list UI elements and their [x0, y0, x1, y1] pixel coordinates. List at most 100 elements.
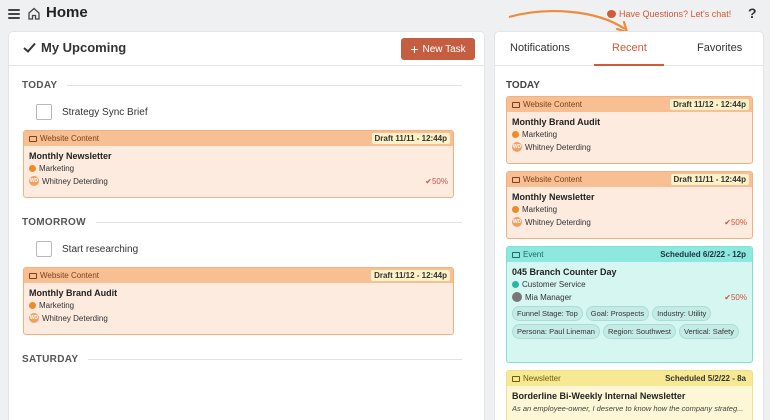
event-card[interactable]: Event Scheduled 6/2/22 - 12p 045 Branch …	[506, 246, 753, 363]
newsletter-card[interactable]: Newsletter Scheduled 5/2/22 - 8a Borderl…	[506, 370, 753, 420]
tab-recent[interactable]: Recent	[612, 42, 647, 54]
category-dot	[512, 281, 519, 288]
monitor-icon	[512, 176, 520, 183]
card-type: Newsletter	[512, 374, 561, 383]
category-dot	[512, 206, 519, 213]
chat-bubble-icon	[607, 9, 616, 18]
task-label[interactable]: Strategy Sync Brief	[62, 107, 148, 118]
card-type: Event	[512, 250, 543, 259]
card-header: Website Content Draft 11/11 - 12:44p	[24, 131, 453, 146]
avatar: WD	[512, 217, 522, 227]
content-card[interactable]: Website Content Draft 11/12 - 12:44p Mon…	[23, 267, 454, 335]
card-type-label: Website Content	[40, 134, 99, 143]
user-name: Whitney Deterding	[42, 176, 108, 186]
category-label: Customer Service	[522, 280, 586, 289]
card-title: Monthly Newsletter	[512, 192, 595, 202]
card-title: Monthly Newsletter	[29, 151, 112, 161]
card-title: Monthly Brand Audit	[512, 117, 601, 127]
card-type: Website Content	[512, 175, 582, 184]
user-name: Mia Manager	[525, 292, 572, 302]
task-checkbox[interactable]	[36, 104, 52, 120]
category-label: Marketing	[522, 130, 558, 139]
new-task-label: New Task	[422, 43, 466, 55]
card-header: Website Content Draft 11/11 - 12:44p	[507, 172, 752, 187]
card-category: Marketing	[512, 130, 747, 139]
category-label: Marketing	[39, 301, 75, 310]
help-icon[interactable]: ?	[748, 5, 757, 21]
task-row: Start researching	[36, 241, 138, 257]
card-status: Draft 11/12 - 12:44p	[670, 99, 749, 110]
tag[interactable]: Industry: Utility	[652, 306, 712, 321]
task-row: Strategy Sync Brief	[36, 104, 148, 120]
card-type-label: Website Content	[523, 175, 582, 184]
card-description: As an employee-owner, I deserve to know …	[512, 404, 744, 413]
monitor-icon	[512, 101, 520, 108]
card-header: Website Content Draft 11/12 - 12:44p	[24, 268, 453, 283]
category-dot	[29, 165, 36, 172]
section-tomorrow-label: TOMORROW	[22, 217, 86, 228]
card-type: Website Content	[29, 271, 99, 280]
progress-label: ✔50%	[724, 292, 747, 302]
card-category: Marketing	[29, 164, 448, 173]
section-tomorrow: TOMORROW	[22, 217, 462, 228]
activity-tabs: Notifications Recent Favorites	[495, 32, 763, 66]
recent-section-today: TODAY	[506, 80, 540, 91]
avatar	[512, 292, 522, 302]
avatar: WD	[29, 313, 39, 323]
tab-favorites[interactable]: Favorites	[697, 42, 742, 54]
category-dot	[512, 131, 519, 138]
tag[interactable]: Vertical: Safety	[678, 324, 739, 339]
monitor-icon	[29, 272, 37, 279]
page-title: Home	[46, 4, 88, 21]
card-user: WD Whitney Deterding ✔50%	[29, 176, 448, 186]
tab-notifications[interactable]: Notifications	[510, 42, 570, 54]
card-user: WD Whitney Deterding	[29, 313, 448, 323]
progress-value: 50%	[730, 217, 747, 227]
card-title: 045 Branch Counter Day	[512, 267, 617, 277]
user-name: Whitney Deterding	[525, 142, 591, 152]
task-label[interactable]: Start researching	[62, 244, 138, 255]
category-label: Marketing	[39, 164, 75, 173]
section-saturday: SATURDAY	[22, 354, 462, 365]
tag[interactable]: Persona: Paul Lineman	[512, 324, 600, 339]
category-dot	[29, 302, 36, 309]
user-name: Whitney Deterding	[525, 217, 591, 227]
tag[interactable]: Goal: Prospects	[585, 306, 650, 321]
task-checkbox[interactable]	[36, 241, 52, 257]
card-type-label: Website Content	[523, 100, 582, 109]
card-header: Website Content Draft 11/12 - 12:44p	[507, 97, 752, 112]
progress-label: ✔50%	[724, 217, 747, 227]
section-today-label: TODAY	[22, 80, 58, 91]
card-user: Mia Manager ✔50%	[512, 292, 747, 302]
help-chat-link[interactable]: Have Questions? Let's chat!	[607, 9, 731, 19]
home-icon	[28, 7, 40, 20]
card-header: Newsletter Scheduled 5/2/22 - 8a	[507, 371, 752, 386]
card-category: Customer Service	[512, 280, 747, 289]
card-status: Draft 11/11 - 12:44p	[371, 133, 450, 144]
upcoming-header: My Upcoming + New Task	[9, 32, 484, 66]
activity-panel: Notifications Recent Favorites TODAY Web…	[495, 32, 763, 420]
user-name: Whitney Deterding	[42, 313, 108, 323]
progress-label: ✔50%	[425, 176, 448, 186]
section-today: TODAY	[22, 80, 462, 91]
card-user: WD Whitney Deterding ✔50%	[512, 217, 747, 227]
tag[interactable]: Region: Southwest	[602, 324, 676, 339]
calendar-icon	[512, 251, 520, 258]
hamburger-icon[interactable]	[8, 9, 20, 19]
card-type-label: Newsletter	[523, 374, 561, 383]
progress-value: 50%	[730, 292, 747, 302]
card-type-label: Website Content	[40, 271, 99, 280]
card-title: Borderline Bi-Weekly Internal Newsletter	[512, 391, 686, 401]
card-category: Marketing	[512, 205, 747, 214]
content-card[interactable]: Website Content Draft 11/11 - 12:44p Mon…	[23, 130, 454, 198]
category-label: Marketing	[522, 205, 558, 214]
tag[interactable]: Funnel Stage: Top	[512, 306, 583, 321]
card-header: Event Scheduled 6/2/22 - 12p	[507, 247, 752, 262]
content-card[interactable]: Website Content Draft 11/11 - 12:44p Mon…	[506, 171, 753, 239]
new-task-button[interactable]: + New Task	[401, 38, 475, 60]
tag-list: Funnel Stage: Top Goal: Prospects Indust…	[512, 306, 747, 342]
plus-icon: +	[410, 41, 419, 57]
card-type: Website Content	[29, 134, 99, 143]
section-saturday-label: SATURDAY	[22, 354, 79, 365]
content-card[interactable]: Website Content Draft 11/12 - 12:44p Mon…	[506, 96, 753, 164]
